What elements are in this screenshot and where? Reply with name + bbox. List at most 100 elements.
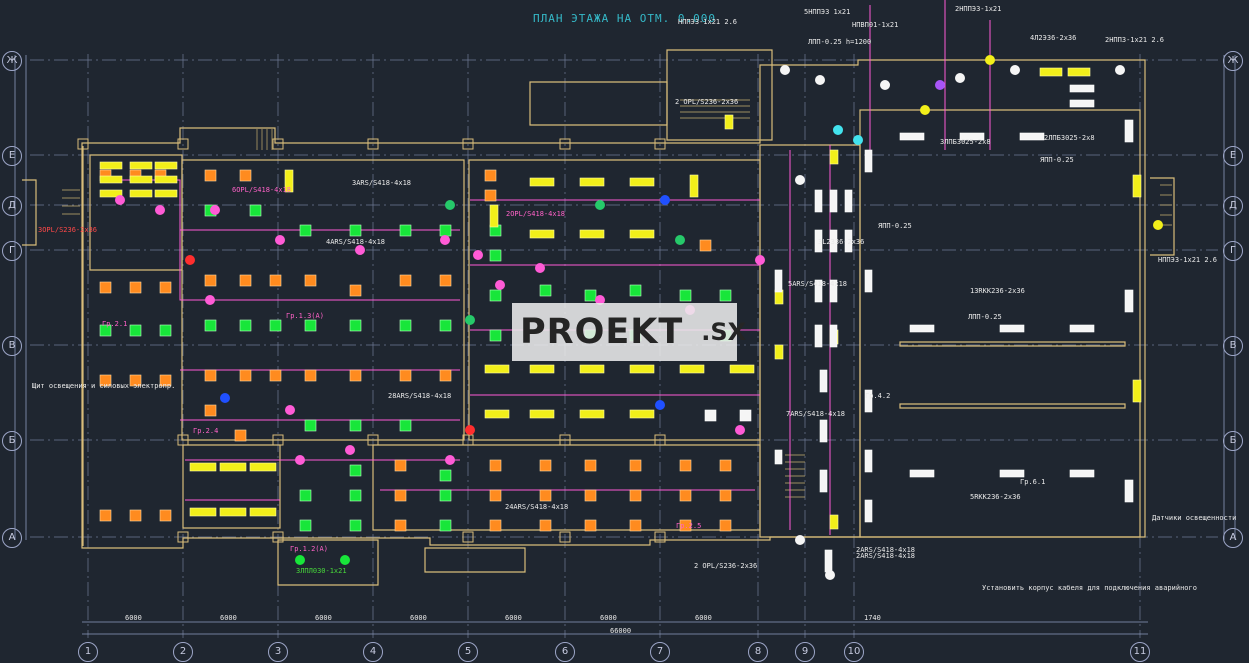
annotation: НППЭ3-1x21 2.6 <box>678 18 738 26</box>
emergency-marker <box>735 425 745 435</box>
white-fixture <box>864 499 873 523</box>
emergency-marker <box>220 393 230 403</box>
emergency-marker <box>345 445 355 455</box>
white-fixture <box>814 324 823 348</box>
green-fixture <box>399 224 412 237</box>
emergency-marker <box>1115 65 1125 75</box>
annotation: 3ЛПЛ030-1x21 <box>296 567 347 575</box>
axis-column-3: 3 <box>268 642 288 662</box>
yellow-fixture <box>154 161 178 170</box>
yellow-fixture <box>489 204 499 228</box>
green-fixture <box>399 419 412 432</box>
white-fixture <box>1069 99 1095 108</box>
green-fixture <box>269 319 282 332</box>
emergency-marker <box>985 55 995 65</box>
orange-fixture <box>719 459 732 472</box>
axis-column-2: 2 <box>173 642 193 662</box>
white-fixture <box>909 469 935 478</box>
orange-fixture <box>394 459 407 472</box>
dimension-label: 6000 <box>505 614 522 622</box>
white-fixture <box>829 189 838 213</box>
emergency-marker <box>660 195 670 205</box>
white-fixture <box>864 269 873 293</box>
annotation: 28ARS/S418-4x18 <box>388 392 452 400</box>
orange-fixture <box>584 459 597 472</box>
orange-fixture <box>399 369 412 382</box>
orange-fixture <box>269 369 282 382</box>
annotation: Гр.1.2(А) <box>290 545 328 553</box>
green-fixture <box>249 204 262 217</box>
orange-fixture <box>489 519 502 532</box>
orange-fixture <box>484 169 497 182</box>
emergency-marker <box>473 250 483 260</box>
yellow-fixture <box>724 114 734 130</box>
annotation: Гр.2.4 <box>193 427 219 435</box>
axis-column-5: 5 <box>458 642 478 662</box>
green-fixture <box>349 224 362 237</box>
orange-fixture <box>719 519 732 532</box>
orange-fixture <box>584 519 597 532</box>
white-fixture <box>1124 479 1134 503</box>
green-fixture <box>629 284 642 297</box>
annotation: 2НПП3-1x21 2.6 <box>1105 36 1165 44</box>
green-fixture <box>679 289 692 302</box>
dimension-label: 6000 <box>315 614 332 622</box>
emergency-marker <box>1153 220 1163 230</box>
green-fixture <box>439 489 452 502</box>
orange-fixture <box>584 489 597 502</box>
annotation: 5ARS/S418-4x18 <box>788 280 848 288</box>
orange-fixture <box>719 489 732 502</box>
green-fixture <box>349 519 362 532</box>
yellow-fixture <box>249 507 277 517</box>
annotation: ЛПП-0.25 <box>968 313 1002 321</box>
emergency-marker <box>595 200 605 210</box>
yellow-fixture <box>679 364 705 374</box>
green-fixture <box>239 319 252 332</box>
white-fixture <box>1124 119 1134 143</box>
annotation: 4ARS/S418-4x18 <box>326 238 386 246</box>
green-fixture <box>439 319 452 332</box>
orange-fixture <box>204 169 217 182</box>
annotation: 3ЛПБ3025-2x8 <box>940 138 991 146</box>
axis-row-a-right: А <box>1223 528 1243 548</box>
white-fixture <box>774 449 783 465</box>
orange-fixture <box>129 509 142 522</box>
orange-fixture <box>539 519 552 532</box>
yellow-fixture <box>154 175 178 184</box>
emergency-marker <box>1010 65 1020 75</box>
emergency-marker <box>815 75 825 85</box>
emergency-marker <box>655 400 665 410</box>
dimension-label: 6000 <box>410 614 427 622</box>
emergency-marker <box>445 455 455 465</box>
orange-fixture <box>304 369 317 382</box>
orange-fixture <box>269 274 282 287</box>
orange-fixture <box>679 489 692 502</box>
annotation: Щит освещения и силовых электропр. <box>32 382 176 390</box>
annotation: Гр.6.1 <box>1020 478 1046 486</box>
emergency-marker <box>185 255 195 265</box>
emergency-marker <box>465 425 475 435</box>
orange-fixture <box>204 404 217 417</box>
yellow-fixture <box>1067 67 1091 77</box>
orange-fixture <box>394 519 407 532</box>
white-fixture <box>824 549 833 573</box>
orange-fixture <box>349 284 362 297</box>
annotation: НППЭ3-1x21 2.6 <box>1158 256 1218 264</box>
annotation: 3L2336-2x36 <box>818 238 865 246</box>
emergency-marker <box>295 455 305 465</box>
orange-fixture <box>699 239 712 252</box>
yellow-fixture <box>129 161 153 170</box>
emergency-marker <box>795 175 805 185</box>
green-fixture <box>204 319 217 332</box>
white-fixture <box>1124 289 1134 313</box>
yellow-fixture <box>689 174 699 198</box>
emergency-marker <box>440 235 450 245</box>
emergency-marker <box>340 555 350 565</box>
yellow-fixture <box>249 462 277 472</box>
orange-fixture <box>304 274 317 287</box>
yellow-fixture <box>529 364 555 374</box>
orange-fixture <box>204 369 217 382</box>
emergency-marker <box>155 205 165 215</box>
emergency-marker <box>955 73 965 83</box>
white-fixture <box>829 324 838 348</box>
